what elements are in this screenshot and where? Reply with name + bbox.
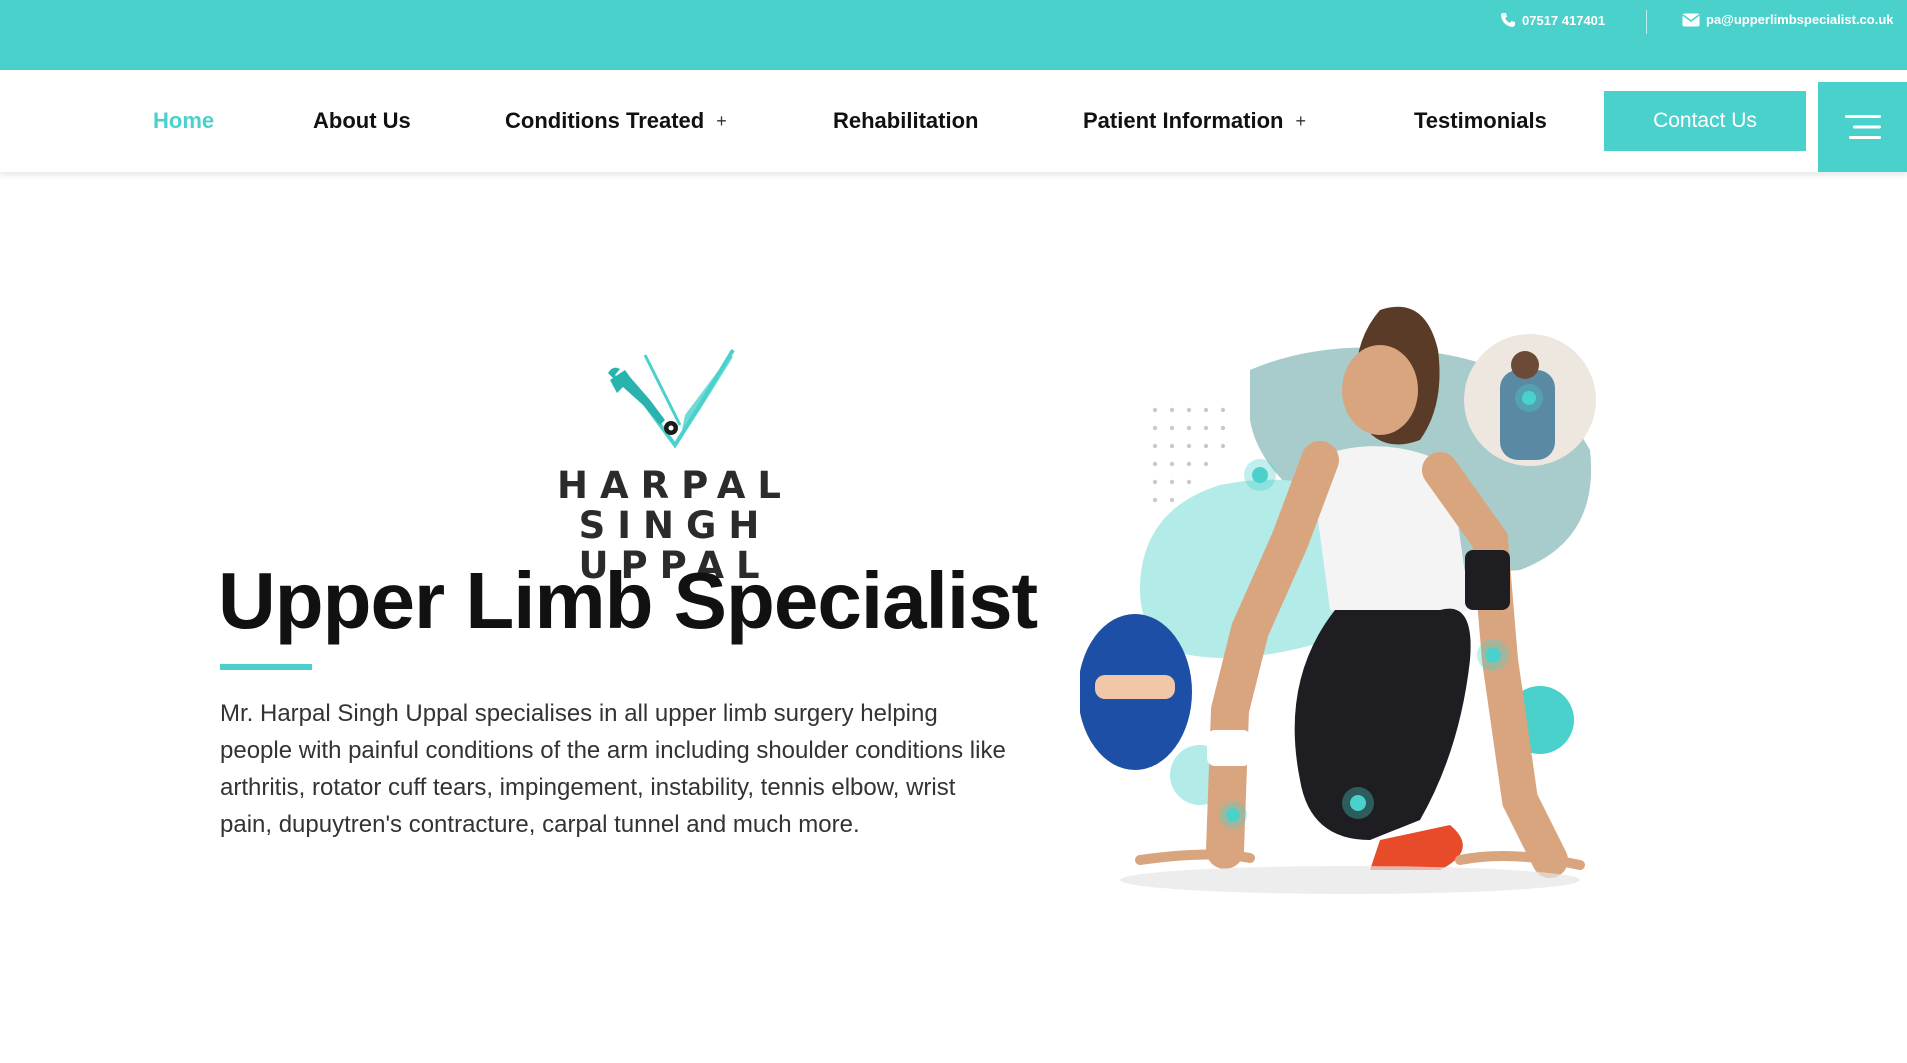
main-navigation: Home About Us Conditions Treated + Rehab… — [0, 70, 1907, 172]
email-link[interactable]: pa@upperlimbspecialist.co.uk — [1682, 12, 1894, 27]
nav-rehabilitation[interactable]: Rehabilitation — [833, 108, 978, 134]
submenu-plus-icon[interactable]: + — [716, 111, 727, 132]
nav-conditions-treated[interactable]: Conditions Treated + — [505, 108, 727, 134]
nav-rehabilitation-label: Rehabilitation — [833, 108, 979, 133]
contact-us-button[interactable]: Contact Us — [1604, 91, 1806, 151]
hamburger-menu-icon — [1844, 115, 1881, 139]
nav-testimonials-label: Testimonials — [1414, 108, 1547, 133]
nav-about-us[interactable]: About Us — [313, 108, 411, 134]
title-underline — [220, 664, 312, 670]
hero-description: Mr. Harpal Singh Uppal specialises in al… — [220, 700, 1006, 838]
envelope-icon — [1682, 13, 1700, 26]
phone-number: 07517 417401 — [1522, 12, 1606, 28]
email-address: pa@upperlimbspecialist.co.uk — [1706, 12, 1894, 27]
hero-title: Upper Limb Specialist — [218, 556, 1038, 645]
nav-testimonials[interactable]: Testimonials — [1414, 108, 1547, 134]
logo-line-1: HARPAL SINGH — [556, 464, 794, 547]
wrench-check-logo-icon — [608, 348, 735, 449]
phone-icon — [1501, 13, 1515, 27]
nav-home-label: Home — [153, 108, 215, 133]
nav-home[interactable]: Home — [153, 108, 214, 134]
hamburger-menu-button[interactable] — [1818, 82, 1907, 172]
athlete-illustration — [1080, 306, 1596, 894]
nav-patient-information[interactable]: Patient Information + — [1083, 108, 1306, 134]
phone-link[interactable]: 07517 417401 — [1500, 12, 1605, 28]
submenu-plus-icon[interactable]: + — [1295, 111, 1306, 132]
top-contact-bar: 07517 417401 pa@upperlimbspecialist.co.u… — [0, 0, 1907, 70]
contact-us-label: Contact Us — [1653, 109, 1757, 132]
nav-conditions-treated-label: Conditions Treated — [505, 108, 705, 133]
nav-patient-information-label: Patient Information — [1083, 108, 1284, 133]
topbar-divider — [1646, 10, 1647, 34]
nav-about-us-label: About Us — [313, 108, 411, 133]
